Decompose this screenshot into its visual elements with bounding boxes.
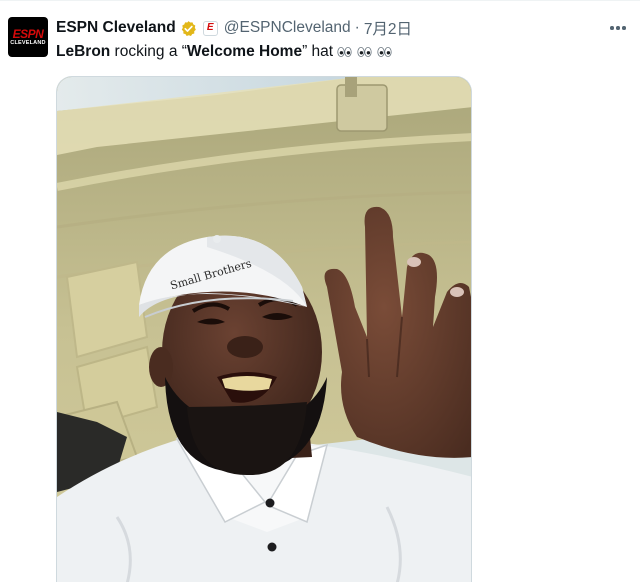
avatar-logo-text: ESPN bbox=[12, 26, 44, 41]
tweet-text-highlight: Welcome Home bbox=[186, 43, 303, 60]
affiliate-badge-letter: E bbox=[206, 22, 214, 33]
more-options-icon[interactable] bbox=[608, 21, 628, 35]
separator: · bbox=[354, 19, 360, 36]
avatar[interactable]: ESPN CLEVELAND bbox=[8, 17, 48, 57]
tweet[interactable]: ESPN CLEVELAND ESPN Cleveland E @ESPNCle… bbox=[0, 0, 640, 582]
tweet-text: LeBron rocking a “Welcome Home” hat bbox=[56, 42, 395, 62]
display-name[interactable]: ESPN Cleveland bbox=[56, 19, 176, 37]
video-frame-illustration: Small Brothers bbox=[57, 77, 471, 582]
tweet-date[interactable]: 7月2日 bbox=[364, 17, 412, 39]
tweet-media-video[interactable]: Small Brothers bbox=[56, 76, 472, 582]
eyes-emoji-icon bbox=[337, 47, 392, 57]
tweet-text-name: LeBron bbox=[56, 43, 111, 60]
avatar-logo-subtext: CLEVELAND bbox=[10, 39, 46, 46]
tweet-header: ESPN Cleveland E @ESPNCleveland · 7月2日 bbox=[56, 17, 412, 39]
verified-badge-icon[interactable] bbox=[180, 20, 197, 37]
tweet-text-middle: rocking a “ bbox=[110, 43, 187, 60]
tweet-text-end: ” hat bbox=[302, 43, 338, 60]
affiliate-badge[interactable]: E bbox=[202, 20, 218, 36]
handle[interactable]: @ESPNCleveland bbox=[224, 19, 351, 37]
